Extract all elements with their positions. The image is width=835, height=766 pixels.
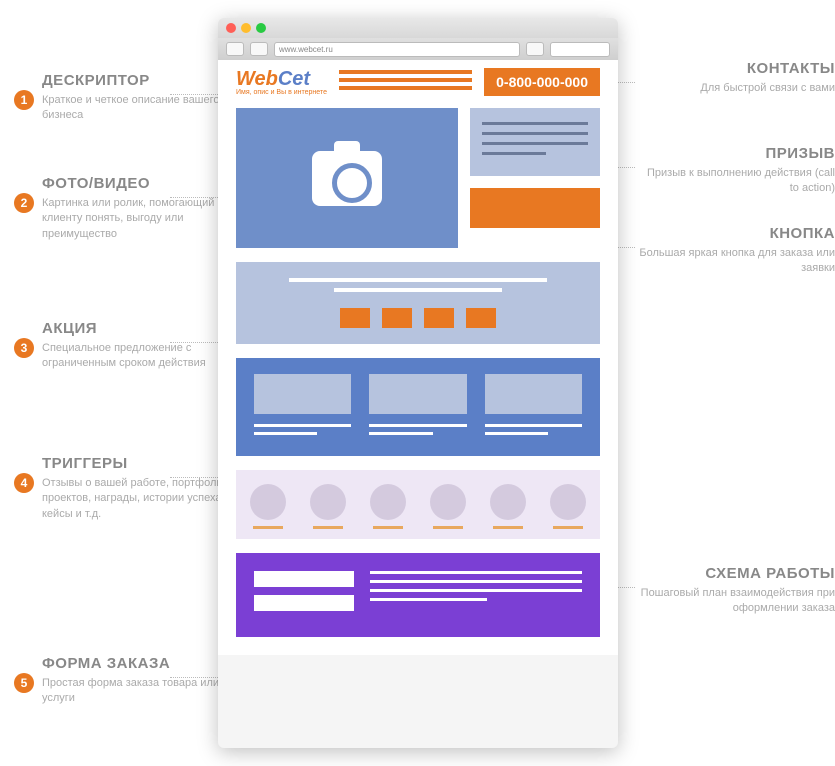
annotation-number: 4: [14, 473, 34, 493]
trigger-item: [485, 374, 582, 440]
annotation-number: 3: [14, 338, 34, 358]
form-input[interactable]: [254, 571, 354, 587]
promo-button[interactable]: [466, 308, 496, 328]
order-form: [236, 553, 600, 637]
triggers-section: [236, 358, 600, 456]
annotation-number: 2: [14, 193, 34, 213]
workflow-section: [236, 470, 600, 539]
workflow-step: [550, 484, 586, 529]
back-button[interactable]: [226, 42, 244, 56]
annotation-promo: 3 АКЦИЯ Специальное предложение с ограни…: [42, 320, 242, 372]
tagline: Имя, опис и Вы в интернете: [236, 89, 327, 96]
hero-media: [236, 108, 458, 248]
header-text-lines: [339, 70, 472, 94]
annotation-title: ФОРМА ЗАКАЗА: [42, 655, 242, 672]
annotation-number: 1: [14, 90, 34, 110]
trigger-item: [369, 374, 466, 440]
promo-section: [236, 262, 600, 344]
workflow-step: [370, 484, 406, 529]
annotation-title: КНОПКА: [635, 225, 835, 242]
annotation-desc: Призыв к выполнению действия (call to ac…: [635, 166, 835, 197]
annotation-title: ТРИГГЕРЫ: [42, 455, 242, 472]
search-bar[interactable]: [550, 42, 610, 57]
annotation-desc: Для быстрой связи с вами: [635, 81, 835, 96]
browser-toolbar: www.webcet.ru: [218, 38, 618, 60]
form-input[interactable]: [254, 595, 354, 611]
camera-icon: [312, 151, 382, 206]
logo: WebCet Имя, опис и Вы в интернете: [236, 68, 327, 96]
annotation-title: КОНТАКТЫ: [635, 60, 835, 77]
annotation-desc: Краткое и четкое описание вашего бизнеса: [42, 93, 242, 124]
annotation-title: ПРИЗЫВ: [635, 145, 835, 162]
annotation-contacts: 6 КОНТАКТЫ Для быстрой связи с вами: [635, 60, 835, 96]
workflow-step: [430, 484, 466, 529]
annotation-desc: Большая яркая кнопка для заказа или заяв…: [635, 246, 835, 277]
promo-button[interactable]: [424, 308, 454, 328]
browser-titlebar: [218, 18, 618, 38]
primary-button[interactable]: [470, 188, 600, 228]
annotation-descriptor: 1 ДЕСКРИПТОР Краткое и четкое описание в…: [42, 72, 242, 124]
annotation-desc: Пошаговый план взаимодействия при оформл…: [635, 586, 835, 617]
annotation-photo-video: 2 ФОТО/ВИДЕО Картинка или ролик, помогаю…: [42, 175, 242, 242]
annotation-number: 5: [14, 673, 34, 693]
annotation-title: ФОТО/ВИДЕО: [42, 175, 242, 192]
annotation-triggers: 4 ТРИГГЕРЫ Отзывы о вашей работе, портфо…: [42, 455, 242, 522]
annotation-title: АКЦИЯ: [42, 320, 242, 337]
annotation-title: СХЕМА РАБОТЫ: [635, 565, 835, 582]
phone-number[interactable]: 0-800-000-000: [484, 68, 600, 96]
annotation-button: 8 КНОПКА Большая яркая кнопка для заказа…: [635, 225, 835, 277]
annotation-desc: Специальное предложение с ограниченным с…: [42, 341, 242, 372]
minimize-icon[interactable]: [241, 23, 251, 33]
annotation-desc: Отзывы о вашей работе, портфолио проекто…: [42, 476, 242, 522]
annotation-cta: 7 ПРИЗЫВ Призыв к выполнению действия (c…: [635, 145, 835, 197]
workflow-step: [490, 484, 526, 529]
landing-page: WebCet Имя, опис и Вы в интернете 0-800-…: [218, 60, 618, 655]
reload-button[interactable]: [526, 42, 544, 56]
url-bar[interactable]: www.webcet.ru: [274, 42, 520, 57]
annotation-title: ДЕСКРИПТОР: [42, 72, 242, 89]
workflow-step: [310, 484, 346, 529]
trigger-item: [254, 374, 351, 440]
annotation-desc: Картинка или ролик, помогающий клиенту п…: [42, 196, 242, 242]
cta-box: [470, 108, 600, 176]
workflow-step: [250, 484, 286, 529]
page-header: WebCet Имя, опис и Вы в интернете 0-800-…: [236, 68, 600, 96]
promo-button[interactable]: [382, 308, 412, 328]
promo-button[interactable]: [340, 308, 370, 328]
annotation-desc: Простая форма заказа товара или услуги: [42, 676, 242, 707]
close-icon[interactable]: [226, 23, 236, 33]
browser-window: www.webcet.ru WebCet Имя, опис и Вы в ин…: [218, 18, 618, 748]
annotation-workflow: 9 СХЕМА РАБОТЫ Пошаговый план взаимодейс…: [635, 565, 835, 617]
forward-button[interactable]: [250, 42, 268, 56]
maximize-icon[interactable]: [256, 23, 266, 33]
annotation-form: 5 ФОРМА ЗАКАЗА Простая форма заказа това…: [42, 655, 242, 707]
